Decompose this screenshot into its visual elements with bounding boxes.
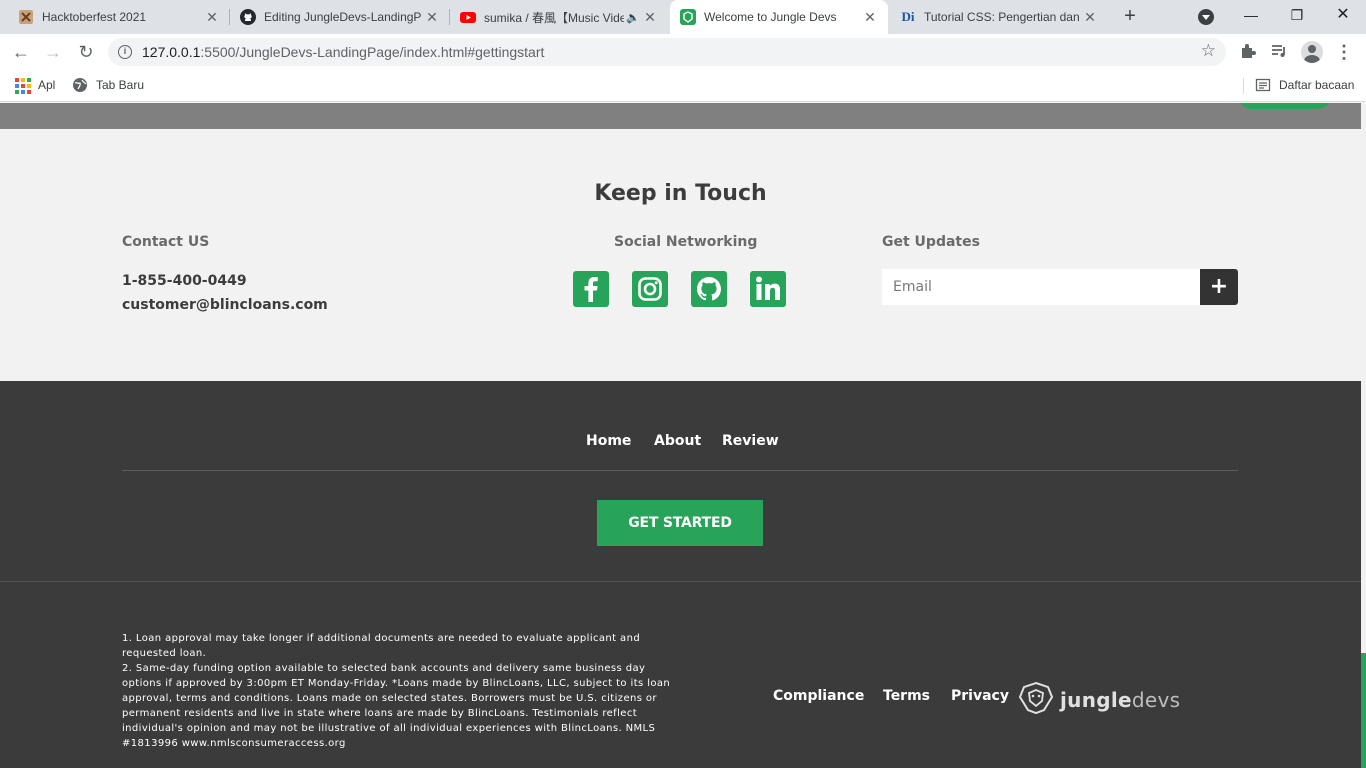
close-icon[interactable]: ✕ — [862, 9, 878, 26]
footer-link-terms[interactable]: Terms — [883, 688, 930, 704]
close-icon[interactable]: ✕ — [1082, 9, 1098, 26]
page-scrollbar[interactable] — [1361, 103, 1366, 768]
instagram-icon[interactable] — [632, 271, 668, 307]
logo-text-light: devs — [1131, 688, 1181, 712]
legal-disclaimer: 1. Loan approval may take longer if addi… — [122, 631, 682, 751]
bookmark-star-icon[interactable]: ☆ — [1201, 41, 1216, 61]
footer-divider — [122, 470, 1238, 471]
new-tab-button[interactable]: + — [1118, 5, 1142, 29]
bookmark-label: Tab Baru — [96, 78, 145, 92]
media-control-icon[interactable] — [1269, 42, 1289, 62]
contact-phone[interactable]: 1-855-400-0449 — [122, 273, 247, 289]
tab-tutorial-css[interactable]: Di Tutorial CSS: Pengertian dan ✕ — [890, 0, 1108, 34]
forward-icon[interactable]: → — [41, 40, 65, 64]
url-text: 127.0.0.1:5500/JungleDevs-LandingPage/in… — [142, 44, 544, 60]
bookmark-label: Apl — [38, 78, 56, 92]
footer-nav-about[interactable]: About — [654, 433, 701, 449]
footer-link-privacy[interactable]: Privacy — [951, 688, 1009, 704]
dicoding-icon: Di — [901, 9, 915, 24]
minimize-icon[interactable]: — — [1228, 0, 1274, 34]
speaker-icon[interactable]: 🔈 — [624, 11, 642, 24]
tab-title: Tutorial CSS: Pengertian dan — [924, 10, 1080, 24]
email-field[interactable] — [882, 269, 1200, 305]
disclaimer-item: 1. Loan approval may take longer if addi… — [122, 633, 641, 659]
back-icon[interactable]: ← — [9, 40, 33, 64]
tab-hacktoberfest[interactable]: Hacktoberfest 2021 ✕ — [8, 0, 230, 34]
section-title: Keep in Touch — [594, 181, 767, 206]
page-viewport: Keep in Touch Contact US 1-855-400-0449 … — [0, 103, 1366, 768]
site-footer: Home About Review GET STARTED 1. Loan ap… — [0, 381, 1361, 768]
tab-search-icon[interactable] — [1198, 9, 1214, 25]
contact-email[interactable]: customer@blincloans.com — [122, 297, 328, 313]
restore-icon[interactable]: ❐ — [1274, 0, 1320, 34]
extensions-icon[interactable] — [1238, 42, 1258, 62]
address-bar[interactable]: i 127.0.0.1:5500/JungleDevs-LandingPage/… — [108, 38, 1226, 66]
footer-nav-home[interactable]: Home — [586, 433, 631, 449]
close-icon[interactable]: ✕ — [642, 9, 658, 26]
url-path: :5500/JungleDevs-LandingPage/index.html#… — [200, 44, 545, 60]
github-icon — [240, 9, 256, 25]
reading-list-icon — [1255, 77, 1271, 93]
bookmarks-bar: Apl Tab Baru Daftar bacaan — [0, 70, 1366, 102]
close-icon[interactable]: ✕ — [424, 9, 440, 26]
linkedin-icon[interactable] — [750, 271, 786, 307]
bookmark-new-tab[interactable]: Tab Baru — [72, 77, 144, 93]
bookmark-apps[interactable]: Apl — [14, 77, 56, 94]
get-started-button[interactable]: GET STARTED — [597, 500, 763, 546]
reload-icon[interactable]: ↻ — [74, 40, 98, 64]
browser-toolbar: ← → ↻ i 127.0.0.1:5500/JungleDevs-Landin… — [0, 34, 1366, 70]
tab-strip: Hacktoberfest 2021 ✕ Editing JungleDevs-… — [0, 0, 1366, 34]
disclaimer-item: 2. Same-day funding option available to … — [122, 663, 671, 749]
menu-kebab-icon[interactable]: ⋮ — [1334, 42, 1354, 62]
tab-title: Welcome to Jungle Devs — [704, 10, 837, 24]
url-host: 127.0.0.1 — [142, 44, 201, 60]
site-info-icon[interactable]: i — [118, 45, 132, 59]
hero-button-partial[interactable] — [1238, 103, 1332, 109]
updates-heading: Get Updates — [882, 234, 980, 250]
landing-page: Keep in Touch Contact US 1-855-400-0449 … — [0, 103, 1361, 768]
footer-divider — [0, 581, 1361, 582]
reading-list-label: Daftar bacaan — [1279, 78, 1355, 92]
hero-section-bottom — [0, 103, 1361, 129]
github-icon[interactable] — [691, 271, 727, 307]
tab-title: Editing JungleDevs-LandingP — [264, 10, 422, 24]
youtube-icon — [460, 9, 476, 25]
jungledevs-logo[interactable]: jungledevs — [1018, 681, 1180, 719]
footer-nav-review[interactable]: Review — [722, 433, 779, 449]
tab-title: Hacktoberfest 2021 — [42, 10, 147, 24]
reading-list[interactable]: Daftar bacaan — [1255, 77, 1354, 93]
close-icon[interactable]: ✕ — [204, 9, 220, 26]
tab-youtube[interactable]: sumika / 春風【Music Vide 🔈 ✕ — [450, 0, 668, 34]
profile-avatar[interactable] — [1301, 41, 1323, 63]
apps-grid-icon — [14, 77, 31, 94]
facebook-icon[interactable] — [573, 271, 609, 307]
bookmarks-divider — [1243, 78, 1244, 94]
tab-github-editing[interactable]: Editing JungleDevs-LandingP ✕ — [230, 0, 450, 34]
hacktoberfest-icon — [18, 9, 34, 25]
tab-title: sumika / 春風【Music Vide — [484, 10, 624, 25]
contact-heading: Contact US — [122, 234, 210, 250]
close-window-icon[interactable]: ✕ — [1320, 0, 1366, 34]
social-heading: Social Networking — [614, 234, 758, 250]
jungledevs-logo-icon — [1018, 681, 1054, 719]
footer-link-compliance[interactable]: Compliance — [773, 688, 864, 704]
keep-in-touch-section: Keep in Touch Contact US 1-855-400-0449 … — [0, 129, 1361, 381]
tab-jungle-devs[interactable]: Welcome to Jungle Devs ✕ — [670, 0, 888, 34]
subscribe-button[interactable]: + — [1200, 269, 1238, 305]
scrollbar-thumb[interactable] — [1361, 653, 1366, 768]
logo-text-bold: jungle — [1060, 688, 1132, 712]
globe-icon — [72, 77, 88, 93]
logo-text: jungledevs — [1060, 688, 1180, 712]
jungledevs-icon — [680, 9, 696, 25]
